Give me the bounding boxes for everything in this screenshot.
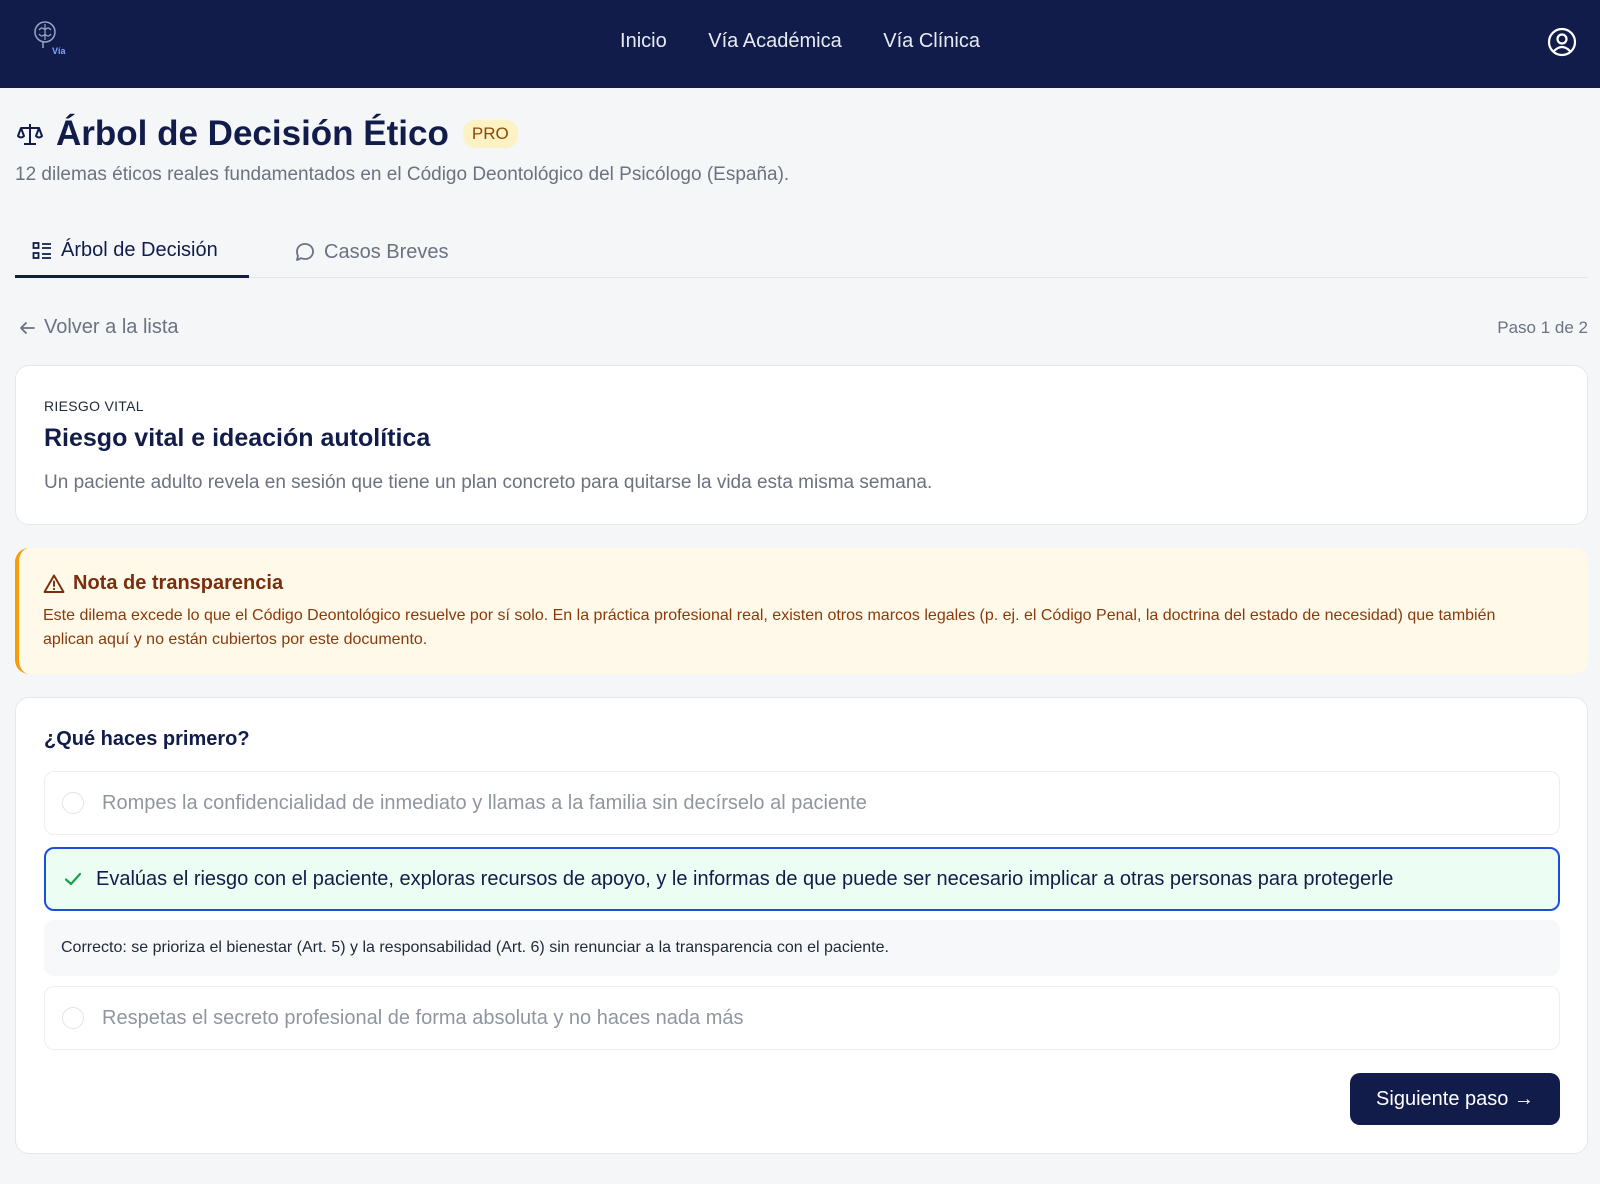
nav-link-inicio[interactable]: Inicio (620, 30, 667, 53)
note-header: Nota de transparencia (43, 572, 283, 595)
radio-circle (62, 792, 84, 814)
note-body: Este dilema excede lo que el Código Deon… (43, 607, 1496, 648)
question-prompt: ¿Qué haces primero? (44, 728, 250, 750)
tab-arbol-de-decision[interactable]: Árbol de Decisión (15, 226, 249, 278)
step-indicator: Paso 1 de 2 (1497, 318, 1588, 337)
page-title-row: Árbol de Decisión Ético PRO (16, 112, 518, 156)
option-label: Evalúas el riesgo con el paciente, explo… (96, 867, 1394, 890)
note-title: Nota de transparencia (73, 572, 284, 594)
answer-option-2-selected[interactable]: Evalúas el riesgo con el paciente, explo… (44, 847, 1560, 911)
nav-link-via-academica[interactable]: Vía Académica (708, 30, 841, 53)
tab-casos-breves[interactable]: Casos Breves (277, 226, 449, 278)
page-subtitle: 12 dilemas éticos reales fundamentados e… (15, 164, 790, 185)
question-card: ¿Qué haces primero? Rompes la confidenci… (15, 697, 1588, 1154)
case-title: Riesgo vital e ideación autolítica (44, 424, 431, 452)
back-link-label: Volver a la lista (44, 316, 179, 338)
pro-badge: PRO (462, 120, 518, 148)
checkmark-icon (64, 872, 82, 886)
case-category-tag: RIESGO VITAL (44, 398, 144, 414)
nav-links: Inicio Vía Académica Vía Clínica (0, 30, 1600, 53)
page-title: Árbol de Decisión Ético (56, 114, 449, 153)
back-to-list-link[interactable]: Volver a la lista (18, 316, 179, 339)
chat-bubble-icon (296, 243, 314, 261)
answer-option-1[interactable]: Rompes la confidencialidad de inmediato … (44, 771, 1560, 835)
case-description: Un paciente adulto revela en sesión que … (44, 472, 933, 493)
answer-option-3[interactable]: Respetas el secreto profesional de forma… (44, 986, 1560, 1050)
user-account-icon[interactable] (1546, 26, 1578, 58)
top-navbar: Vía Inicio Vía Académica Vía Clínica (0, 0, 1600, 88)
case-card: RIESGO VITAL Riesgo vital e ideación aut… (15, 365, 1588, 525)
list-tree-icon (32, 241, 51, 259)
tab-label: Árbol de Decisión (61, 239, 218, 261)
next-step-button[interactable]: Siguiente paso → (1350, 1073, 1560, 1125)
tab-bar: Árbol de Decisión Casos Breves (15, 226, 1588, 278)
nav-link-via-clinica[interactable]: Vía Clínica (883, 30, 980, 53)
option-label: Respetas el secreto profesional de forma… (102, 1006, 744, 1029)
tab-label: Casos Breves (324, 240, 449, 263)
transparency-note: Nota de transparencia Este dilema excede… (15, 548, 1588, 674)
option-label: Rompes la confidencialidad de inmediato … (102, 791, 867, 814)
answer-feedback: Correcto: se prioriza el bienestar (Art.… (44, 920, 1560, 976)
warning-triangle-icon (43, 574, 65, 593)
radio-circle (62, 1007, 84, 1029)
scale-icon (17, 124, 43, 145)
arrow-left-icon (20, 321, 35, 334)
